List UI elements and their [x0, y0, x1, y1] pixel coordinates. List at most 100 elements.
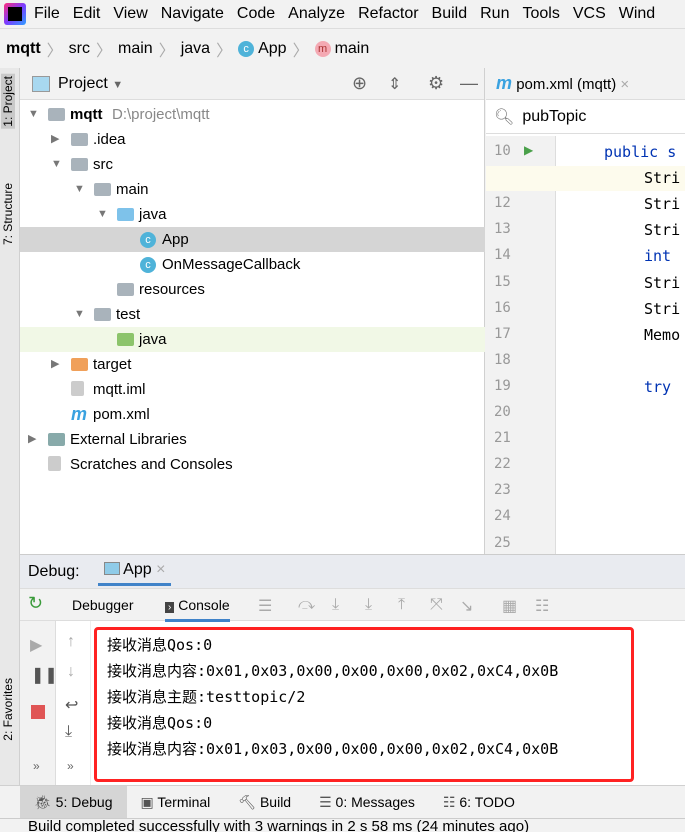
expand-arrow-right-icon[interactable]: ▶ — [51, 127, 59, 152]
step-over-icon[interactable]: ⤼ — [298, 596, 315, 614]
code-line[interactable]: Stri — [644, 195, 680, 213]
expand-arrow-right-icon[interactable]: ▶ — [28, 427, 36, 452]
console-output[interactable]: 接收消息Qos:0 接收消息内容:0x01,0x03,0x00,0x00,0x00… — [94, 627, 634, 782]
resources-folder-icon — [117, 283, 134, 296]
debug-tab-app[interactable]: App × — [97, 557, 172, 586]
menu-wind[interactable]: Wind — [619, 5, 655, 23]
scroll-to-end-icon[interactable]: ⤓ — [65, 723, 72, 741]
menu-view[interactable]: View — [113, 5, 147, 23]
tree-item-main[interactable]: ▼ main — [20, 177, 485, 202]
menu-run[interactable]: Run — [480, 5, 509, 23]
tree-item-java[interactable]: java — [20, 327, 485, 352]
close-icon[interactable]: × — [620, 76, 629, 93]
bottom-tab-todo[interactable]: ☷ 6: TODO — [429, 786, 529, 819]
tab-debugger[interactable]: Debugger — [72, 597, 134, 613]
hide-icon[interactable]: — — [460, 73, 478, 94]
tree-item-java[interactable]: ▼ java — [20, 202, 485, 227]
expand-arrow-down-icon[interactable]: ▼ — [74, 302, 85, 327]
project-view-dropdown[interactable]: Project ▼ — [58, 75, 123, 93]
line-number: 17 — [494, 325, 511, 342]
expand-arrow-down-icon[interactable]: ▼ — [97, 202, 108, 227]
bottom-tool-bar: 🐞︎ 5: Debug ▣ Terminal 🔨︎ Build ☰ 0: Messag… — [0, 785, 685, 819]
code-line[interactable]: public s — [604, 143, 676, 161]
menu-vcs[interactable]: VCS — [573, 5, 606, 23]
evaluate-icon[interactable]: ▦ — [502, 596, 517, 616]
breadcrumb-main[interactable]: main — [118, 40, 153, 58]
console-line: 接收消息内容:0x01,0x03,0x00,0x00,0x00,0x02,0xC… — [107, 740, 559, 758]
line-number: 10 — [494, 143, 511, 159]
force-step-into-icon[interactable]: ⤓ — [365, 596, 372, 614]
tree-item-resources[interactable]: resources — [20, 277, 485, 302]
tree-item-onmessagecallback[interactable]: c OnMessageCallback — [20, 252, 485, 277]
breadcrumb-main[interactable]: main — [335, 40, 370, 58]
tree-item-test[interactable]: ▼ test — [20, 302, 485, 327]
more-icon[interactable]: » — [67, 759, 74, 773]
pause-icon[interactable]: ❚❚ — [31, 665, 58, 685]
bottom-tab-build[interactable]: 🔨︎ Build — [224, 786, 305, 819]
code-line[interactable]: Memo — [644, 326, 680, 344]
code-line[interactable]: try — [644, 378, 671, 396]
tree-item-mqtt[interactable]: ▼ mqtt D:\project\mqtt — [20, 102, 485, 127]
expand-arrow-down-icon[interactable]: ▼ — [74, 177, 85, 202]
search-field[interactable]: 🔍︎ pubTopic — [486, 100, 685, 134]
up-arrow-icon[interactable]: ↑ — [67, 633, 75, 651]
rerun-icon[interactable]: ↻ — [28, 593, 43, 614]
console-line: 接收消息Qos:0 — [107, 714, 213, 732]
menu-navigate[interactable]: Navigate — [161, 5, 224, 23]
tree-item-app[interactable]: c App — [20, 227, 485, 252]
tree-item--idea[interactable]: ▶ .idea — [20, 127, 485, 152]
expand-arrow-down-icon[interactable]: ▼ — [28, 102, 39, 127]
tree-item-mqtt-iml[interactable]: mqtt.iml — [20, 377, 485, 402]
tree-item-pom-xml[interactable]: m pom.xml — [20, 402, 485, 427]
code-line[interactable]: Stri — [644, 169, 680, 187]
collapse-all-icon[interactable]: ⇕ — [388, 74, 401, 94]
menu-build[interactable]: Build — [432, 5, 468, 23]
more-icon[interactable]: » — [33, 759, 40, 773]
trace-icon[interactable]: ☷ — [535, 596, 549, 616]
menu-tools[interactable]: Tools — [522, 5, 559, 23]
breadcrumb-app[interactable]: App — [258, 40, 286, 58]
menu-file[interactable]: File — [34, 5, 60, 23]
menu-code[interactable]: Code — [237, 5, 275, 23]
expand-arrow-right-icon[interactable]: ▶ — [51, 352, 59, 377]
menu-icon[interactable]: ☰ — [258, 596, 272, 616]
tree-item-target[interactable]: ▶ target — [20, 352, 485, 377]
breadcrumb-src[interactable]: src — [69, 40, 90, 58]
soft-wrap-icon[interactable]: ↩ — [65, 695, 78, 715]
tree-item-label: pom.xml — [93, 406, 150, 423]
bottom-tab-debug[interactable]: 🐞︎ 5: Debug — [20, 785, 127, 819]
code-line[interactable]: Stri — [644, 274, 680, 292]
down-arrow-icon[interactable]: ↓ — [67, 663, 75, 681]
run-to-cursor-icon[interactable]: ↘ — [460, 596, 473, 616]
code-line[interactable]: Stri — [644, 300, 680, 318]
tree-item-scratches-and-consoles[interactable]: Scratches and Consoles — [20, 452, 485, 477]
step-into-icon[interactable]: ⤓ — [332, 596, 339, 614]
breadcrumb-mqtt[interactable]: mqtt — [6, 40, 41, 58]
menu-refactor[interactable]: Refactor — [358, 5, 418, 23]
bottom-tab-messages[interactable]: ☰ 0: Messages — [305, 786, 429, 819]
locate-icon[interactable]: ⊕ — [352, 73, 367, 94]
resume-icon[interactable]: ▶ — [30, 635, 42, 655]
run-gutter-icon[interactable]: ▶ — [524, 143, 533, 157]
menu-analyze[interactable]: Analyze — [288, 5, 345, 23]
console-line: 接收消息Qos:0 — [107, 636, 213, 654]
tool-tab-structure[interactable]: 7: Structure — [1, 183, 15, 245]
bottom-tab-terminal[interactable]: ▣ Terminal — [127, 786, 225, 819]
stop-icon[interactable] — [31, 705, 45, 719]
step-out-icon[interactable]: ⤒ — [398, 596, 405, 614]
tree-item-src[interactable]: ▼ src — [20, 152, 485, 177]
code-line[interactable]: Stri — [644, 221, 680, 239]
drop-frame-icon[interactable]: ⤧ — [430, 596, 443, 614]
tab-console[interactable]: › Console — [165, 597, 230, 622]
terminal-icon: ▣ — [140, 793, 158, 810]
gear-icon[interactable]: ⚙ — [428, 73, 444, 94]
expand-arrow-down-icon[interactable]: ▼ — [51, 152, 62, 177]
menu-edit[interactable]: Edit — [73, 5, 101, 23]
tool-tab-favorites[interactable]: 2: Favorites — [1, 678, 15, 741]
tree-item-external-libraries[interactable]: ▶ External Libraries — [20, 427, 485, 452]
close-icon[interactable]: × — [156, 561, 165, 578]
breadcrumb-java[interactable]: java — [181, 40, 210, 58]
code-line[interactable]: int — [644, 247, 671, 265]
tool-tab-project[interactable]: 1: Project — [1, 74, 15, 129]
editor-tab-pom[interactable]: m pom.xml (mqtt) × — [496, 73, 629, 94]
